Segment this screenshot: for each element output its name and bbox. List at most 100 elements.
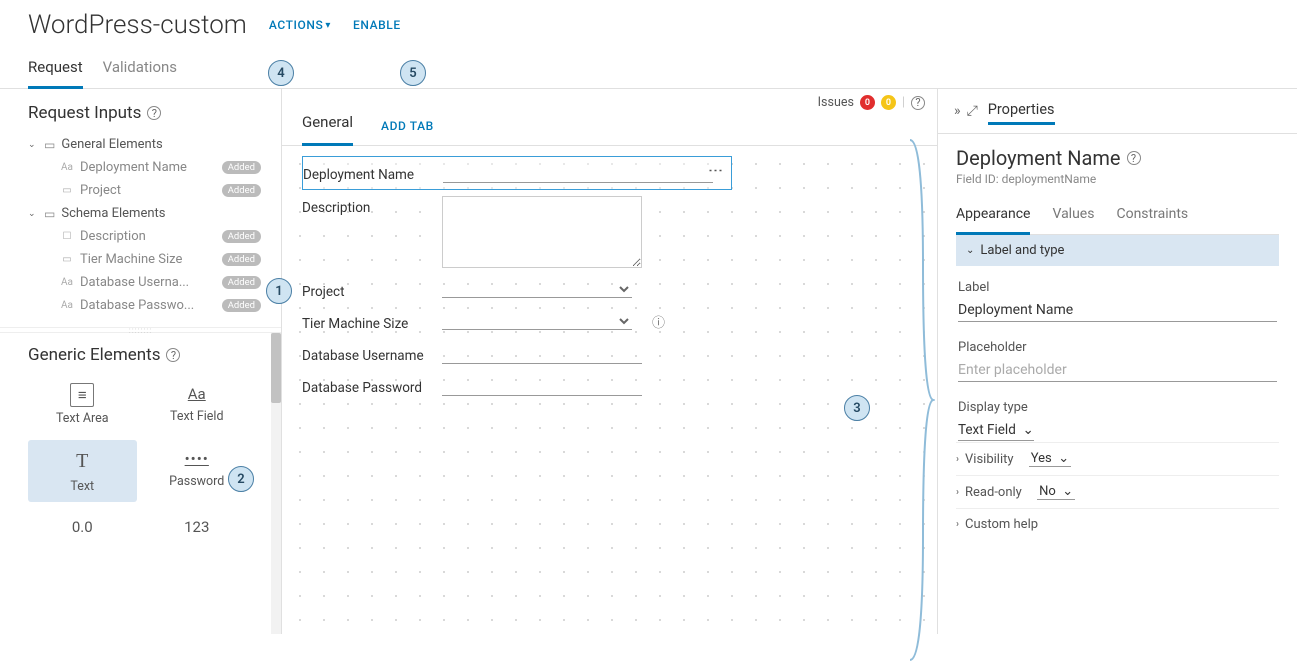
accordion-readonly[interactable]: › Read-only No ⌄ bbox=[956, 475, 1279, 508]
placeholder-input[interactable] bbox=[958, 359, 1277, 382]
field-label: Database Username bbox=[302, 344, 430, 364]
field-db-username[interactable]: Database Username bbox=[302, 338, 732, 370]
display-type-label: Display type bbox=[958, 400, 1277, 415]
placeholder-label: Placeholder bbox=[958, 340, 1277, 355]
tree-item-db-user[interactable]: Aa Database Userna... Added bbox=[28, 271, 265, 294]
generic-text[interactable]: T Text bbox=[28, 440, 137, 502]
generic-text-area[interactable]: ≡ Text Area bbox=[28, 375, 137, 434]
tree-folder-schema[interactable]: ⌄ ▭ Schema Elements bbox=[28, 202, 265, 225]
generic-integer[interactable]: 123 bbox=[143, 508, 252, 550]
top-tabs: Request Validations bbox=[0, 44, 1297, 89]
canvas-tab-general[interactable]: General bbox=[302, 107, 353, 146]
field-label: Description bbox=[302, 196, 430, 216]
help-icon[interactable]: ? bbox=[147, 106, 161, 120]
callout-2: 2 bbox=[228, 466, 254, 492]
tree-item-description[interactable]: ☐ Description Added bbox=[28, 225, 265, 248]
request-inputs-tree: ⌄ ▭ General Elements Aa Deployment Name … bbox=[28, 133, 265, 317]
properties-heading: Deployment Name ? bbox=[956, 146, 1279, 170]
enable-button[interactable]: ENABLE bbox=[353, 18, 401, 32]
db-password-input[interactable] bbox=[442, 376, 642, 396]
collapse-icon[interactable]: » bbox=[954, 103, 961, 119]
field-deployment-name[interactable]: Deployment Name ⋮ bbox=[302, 156, 732, 190]
field-label: Tier Machine Size bbox=[302, 312, 430, 332]
add-tab-button[interactable]: ADD TAB bbox=[381, 119, 434, 133]
field-label: Project bbox=[302, 280, 430, 300]
warning-count-badge[interactable]: 0 bbox=[881, 95, 896, 110]
info-icon[interactable]: ⓘ bbox=[652, 312, 665, 331]
tab-validations[interactable]: Validations bbox=[103, 54, 177, 88]
chevron-down-icon: ⌄ bbox=[28, 140, 38, 150]
actions-menu[interactable]: ACTIONS▾ bbox=[269, 18, 331, 32]
added-badge: Added bbox=[222, 276, 261, 289]
accordion-custom-help[interactable]: › Custom help bbox=[956, 508, 1279, 540]
text-icon: Aa bbox=[60, 277, 74, 288]
project-select[interactable] bbox=[442, 280, 632, 298]
prop-tab-values[interactable]: Values bbox=[1052, 200, 1094, 234]
select-icon: ▭ bbox=[60, 185, 74, 196]
tree-folder-general[interactable]: ⌄ ▭ General Elements bbox=[28, 133, 265, 156]
help-icon[interactable]: ? bbox=[166, 348, 180, 362]
label-input[interactable] bbox=[958, 299, 1277, 322]
callout-4: 4 bbox=[268, 60, 294, 86]
tier-machine-size-select[interactable] bbox=[442, 312, 632, 330]
folder-icon: ▭ bbox=[44, 138, 55, 152]
scrollbar[interactable] bbox=[271, 333, 281, 634]
field-label: Database Password bbox=[302, 376, 430, 396]
textfield-icon: Aa bbox=[182, 383, 212, 405]
chevron-right-icon: › bbox=[956, 487, 959, 498]
prop-tab-appearance[interactable]: Appearance bbox=[956, 200, 1030, 235]
chevron-down-icon: ▾ bbox=[325, 20, 331, 31]
added-badge: Added bbox=[222, 184, 261, 197]
error-count-badge[interactable]: 0 bbox=[860, 95, 875, 110]
display-type-select[interactable]: Text Field ⌄ bbox=[958, 420, 1034, 441]
field-db-password[interactable]: Database Password bbox=[302, 370, 732, 402]
integer-icon: 123 bbox=[178, 516, 215, 538]
chevron-down-icon: ⌄ bbox=[28, 209, 38, 219]
more-actions-icon[interactable]: ⋮ bbox=[707, 163, 725, 178]
generic-elements-heading: Generic Elements ? bbox=[28, 345, 265, 365]
chevron-right-icon: › bbox=[956, 519, 959, 530]
textarea-icon: ≡ bbox=[70, 383, 94, 407]
accordion-visibility[interactable]: › Visibility Yes ⌄ bbox=[956, 442, 1279, 475]
tree-item-tier-size[interactable]: ▭ Tier Machine Size Added bbox=[28, 248, 265, 271]
tab-request[interactable]: Request bbox=[28, 54, 83, 89]
tree-item-project[interactable]: ▭ Project Added bbox=[28, 179, 265, 202]
help-icon[interactable]: ? bbox=[911, 96, 925, 110]
field-label: Deployment Name bbox=[303, 163, 431, 183]
added-badge: Added bbox=[222, 253, 261, 266]
added-badge: Added bbox=[222, 161, 261, 174]
field-id-text: Field ID: deploymentName bbox=[956, 172, 1279, 186]
chevron-right-icon: › bbox=[956, 454, 959, 465]
chevron-down-icon: ⌄ bbox=[966, 245, 974, 256]
description-input[interactable] bbox=[442, 196, 642, 268]
callout-5: 5 bbox=[400, 60, 426, 86]
text-icon: T bbox=[70, 448, 94, 475]
field-tier-machine-size[interactable]: Tier Machine Size ⓘ bbox=[302, 306, 732, 338]
tree-item-db-pass[interactable]: Aa Database Passwo... Added bbox=[28, 294, 265, 317]
visibility-value[interactable]: Yes ⌄ bbox=[1029, 451, 1071, 467]
field-project[interactable]: Project bbox=[302, 274, 732, 306]
properties-tab[interactable]: Properties bbox=[988, 97, 1055, 125]
callout-3: 3 bbox=[844, 395, 870, 421]
generic-decimal[interactable]: 0.0 bbox=[28, 508, 137, 550]
deployment-name-input[interactable] bbox=[443, 163, 713, 183]
db-username-input[interactable] bbox=[442, 344, 642, 364]
label-label: Label bbox=[958, 280, 1277, 295]
checkbox-icon: ☐ bbox=[60, 231, 74, 242]
field-description[interactable]: Description bbox=[302, 190, 732, 274]
accordion-label-and-type[interactable]: ⌄ Label and type bbox=[956, 235, 1279, 266]
callout-1: 1 bbox=[266, 278, 292, 304]
select-icon: ▭ bbox=[60, 254, 74, 265]
tree-item-deployment-name[interactable]: Aa Deployment Name Added bbox=[28, 156, 265, 179]
expand-icon[interactable]: ⤢ bbox=[967, 103, 978, 119]
generic-text-field[interactable]: Aa Text Field bbox=[143, 375, 252, 434]
added-badge: Added bbox=[222, 299, 261, 312]
readonly-value[interactable]: No ⌄ bbox=[1037, 484, 1075, 500]
prop-tab-constraints[interactable]: Constraints bbox=[1116, 200, 1188, 234]
help-icon[interactable]: ? bbox=[1127, 151, 1141, 165]
request-inputs-heading: Request Inputs ? bbox=[28, 103, 265, 123]
issues-bar: Issues 0 0 | ? bbox=[818, 95, 925, 110]
page-title: WordPress-custom bbox=[28, 10, 247, 40]
text-icon: Aa bbox=[60, 162, 74, 173]
form-canvas[interactable]: Deployment Name ⋮ Description Project Ti… bbox=[282, 146, 937, 634]
